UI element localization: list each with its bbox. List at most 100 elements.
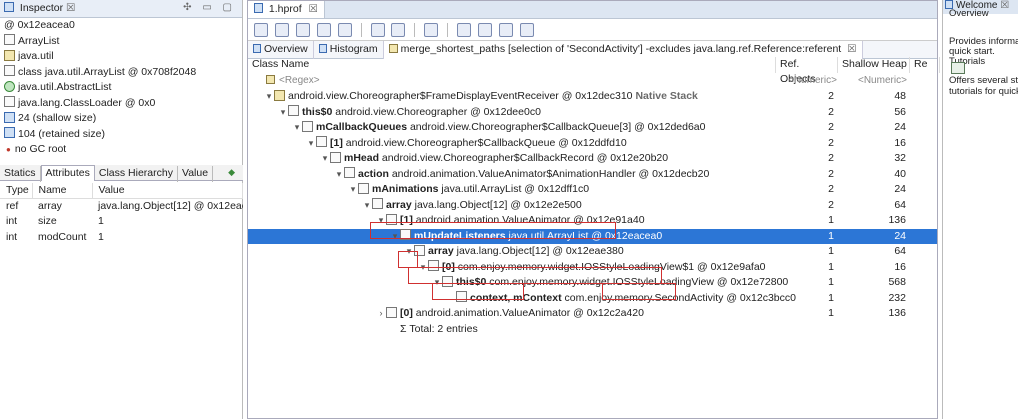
- table-row[interactable]: ref array java.lang.Object[12] @ 0x12eae…: [0, 199, 243, 215]
- ref-objects-value: 1: [828, 214, 834, 226]
- class-object-label: class java.util.ArrayList @ 0x708f2048: [18, 65, 197, 78]
- table-row[interactable]: int modCount 1: [0, 230, 243, 246]
- regex-filter-input[interactable]: <Regex>: [266, 73, 320, 88]
- query-browser-icon[interactable]: [391, 23, 406, 37]
- table-row[interactable]: ▾ [1] android.view.Choreographer$Callback…: [248, 136, 937, 152]
- object-description: android.view.Choreographer$CallbackQueue…: [407, 121, 706, 133]
- expand-toggle-icon[interactable]: ▾: [292, 120, 302, 135]
- ref-objects-filter-input[interactable]: <Numeric>: [788, 73, 837, 88]
- table-row[interactable]: ▾ mAnimations java.util.ArrayList @ 0x12d…: [248, 182, 937, 198]
- table-row[interactable]: ▾ android.view.Choreographer$FrameDisplay…: [248, 89, 937, 105]
- total-row[interactable]: Σ Total: 2 entries: [248, 322, 937, 338]
- expand-toggle-icon[interactable]: ›: [376, 306, 386, 321]
- object-description: android.view.Choreographer$CallbackQueue…: [342, 136, 627, 149]
- tab-attributes[interactable]: Attributes: [40, 165, 95, 181]
- run-report-icon[interactable]: [370, 23, 385, 37]
- inspector-tab[interactable]: Inspector ☒ ✣ ▭ ▢: [0, 0, 242, 18]
- inspector-subtabs: Statics Attributes Class Hierarchy Value ◆: [0, 165, 243, 182]
- col-type[interactable]: Type: [0, 183, 33, 199]
- row-label: ▾ mHead android.view.Choreographer$Callba…: [320, 151, 668, 166]
- merge-paths-close-icon[interactable]: ☒: [847, 43, 856, 55]
- shallow-heap-filter-input[interactable]: <Numeric>: [858, 73, 907, 88]
- filter-icon[interactable]: [519, 23, 534, 37]
- col-class-name[interactable]: Class Name: [248, 57, 776, 73]
- group-icon[interactable]: [457, 23, 472, 37]
- row-label: ▾ android.view.Choreographer$FrameDisplay…: [264, 89, 698, 104]
- field-name: array: [428, 245, 454, 257]
- info-icon[interactable]: [254, 23, 268, 37]
- col-ref-objects[interactable]: Ref. Objects: [776, 57, 838, 85]
- expand-toggle-icon[interactable]: ▾: [362, 198, 372, 213]
- ref-objects-value: 1: [828, 260, 834, 273]
- gc-root-label: no GC root: [14, 143, 67, 155]
- shallow-heap-value: 56: [894, 105, 906, 118]
- attr-name: array: [38, 200, 62, 212]
- expand-toggle-icon[interactable]: ▾: [348, 182, 358, 197]
- table-row[interactable]: ▾ array java.lang.Object[12] @ 0x12eae380…: [248, 244, 937, 260]
- inspector-gc-root: ● no GC root: [0, 142, 242, 158]
- histogram-tab-label: Histogram: [329, 43, 378, 55]
- welcome-close-icon[interactable]: ☒: [1000, 0, 1009, 11]
- table-row[interactable]: ▾ mHead android.view.Choreographer$Callba…: [248, 151, 937, 167]
- table-row[interactable]: ▾ this$0 android.view.Choreographer @ 0x1…: [248, 105, 937, 121]
- expand-toggle-icon[interactable]: ▾: [320, 151, 330, 166]
- package-icon: [4, 49, 15, 61]
- tab-hprof[interactable]: 1.hprof ☒: [248, 1, 325, 18]
- expand-toggle-icon[interactable]: ▾: [306, 136, 316, 151]
- tab-statics[interactable]: Statics: [0, 166, 41, 182]
- overview-icon: [253, 43, 261, 53]
- field-name: [0]: [400, 307, 413, 319]
- col-value[interactable]: Value: [92, 183, 243, 199]
- row-label: ▾ this$0 android.view.Choreographer @ 0x1…: [278, 105, 541, 120]
- search-icon[interactable]: [424, 23, 439, 37]
- object-description: java.lang.Object[12] @ 0x12eae380: [453, 245, 624, 257]
- classloader-label: java.lang.ClassLoader @ 0x0: [18, 96, 156, 109]
- editor-toolbar: [248, 19, 937, 41]
- tab-value[interactable]: Value: [178, 166, 214, 182]
- object-icon: [316, 136, 327, 148]
- expand-toggle-icon[interactable]: ▾: [334, 167, 344, 182]
- editor-tabbar: 1.hprof ☒: [248, 1, 937, 19]
- object-description: android.view.Choreographer$CallbackRecor…: [379, 152, 669, 164]
- thread-overview-icon[interactable]: [337, 23, 352, 37]
- inspector-classloader: java.lang.ClassLoader @ 0x0: [0, 96, 242, 112]
- shallow-heap-value: 40: [894, 167, 906, 180]
- export-icon[interactable]: [498, 23, 513, 37]
- histogram-icon[interactable]: [274, 23, 289, 37]
- inspector-toolbar-icons[interactable]: ✣ ▭ ▢: [183, 2, 236, 13]
- inspector-superclass: java.util.AbstractList: [0, 80, 242, 96]
- attr-value: 1: [98, 215, 104, 228]
- table-row[interactable]: ▾ array java.lang.Object[12] @ 0x12e2e500…: [248, 198, 937, 214]
- inspector-object-address: @ 0x12eacea0: [0, 18, 242, 34]
- calculate-icon[interactable]: [478, 23, 493, 37]
- expand-toggle-icon[interactable]: ▾: [264, 89, 274, 104]
- tutorials-icon[interactable]: [951, 62, 965, 74]
- object-icon: [302, 120, 313, 132]
- ref-objects-value: 2: [828, 167, 834, 180]
- expand-toggle-icon[interactable]: ▾: [278, 105, 288, 120]
- table-row[interactable]: ▾ action android.animation.ValueAnimator$…: [248, 167, 937, 183]
- hprof-close-icon[interactable]: ☒: [309, 3, 318, 15]
- welcome-overview-link[interactable]: Overview: [949, 8, 989, 19]
- col-retained[interactable]: Re: [910, 57, 940, 73]
- welcome-tutorials-desc-2: tutorials for quick: [949, 86, 1018, 97]
- object-description: android.view.Choreographer$FrameDisplayE…: [288, 90, 636, 102]
- table-row[interactable]: › [0] android.animation.ValueAnimator @ 0…: [248, 306, 937, 322]
- inspector-close-icon[interactable]: ☒: [66, 2, 75, 14]
- object-icon: [344, 167, 355, 179]
- highlight-box: [602, 283, 676, 300]
- col-shallow-heap[interactable]: Shallow Heap: [838, 57, 910, 73]
- shallow-heap-value: 232: [888, 291, 906, 304]
- table-row[interactable]: ▾ mCallbackQueues android.view.Choreograp…: [248, 120, 937, 136]
- tab-class-hierarchy[interactable]: Class Hierarchy: [95, 166, 178, 182]
- regex-icon: [266, 74, 275, 84]
- col-name[interactable]: Name: [32, 183, 93, 199]
- object-description: android.view.Choreographer @ 0x12dee0c0: [332, 105, 541, 118]
- oql-icon[interactable]: [316, 23, 331, 37]
- attr-value: java.lang.Object[12] @ 0x12eae3: [98, 200, 243, 212]
- class-name-label: ArrayList: [18, 34, 60, 47]
- table-row[interactable]: context, mContext com.enjoy.memory.Secon…: [248, 291, 937, 307]
- dominator-tree-icon[interactable]: [295, 23, 310, 37]
- pin-icon[interactable]: ◆: [228, 167, 235, 178]
- table-row[interactable]: int size 1: [0, 214, 243, 230]
